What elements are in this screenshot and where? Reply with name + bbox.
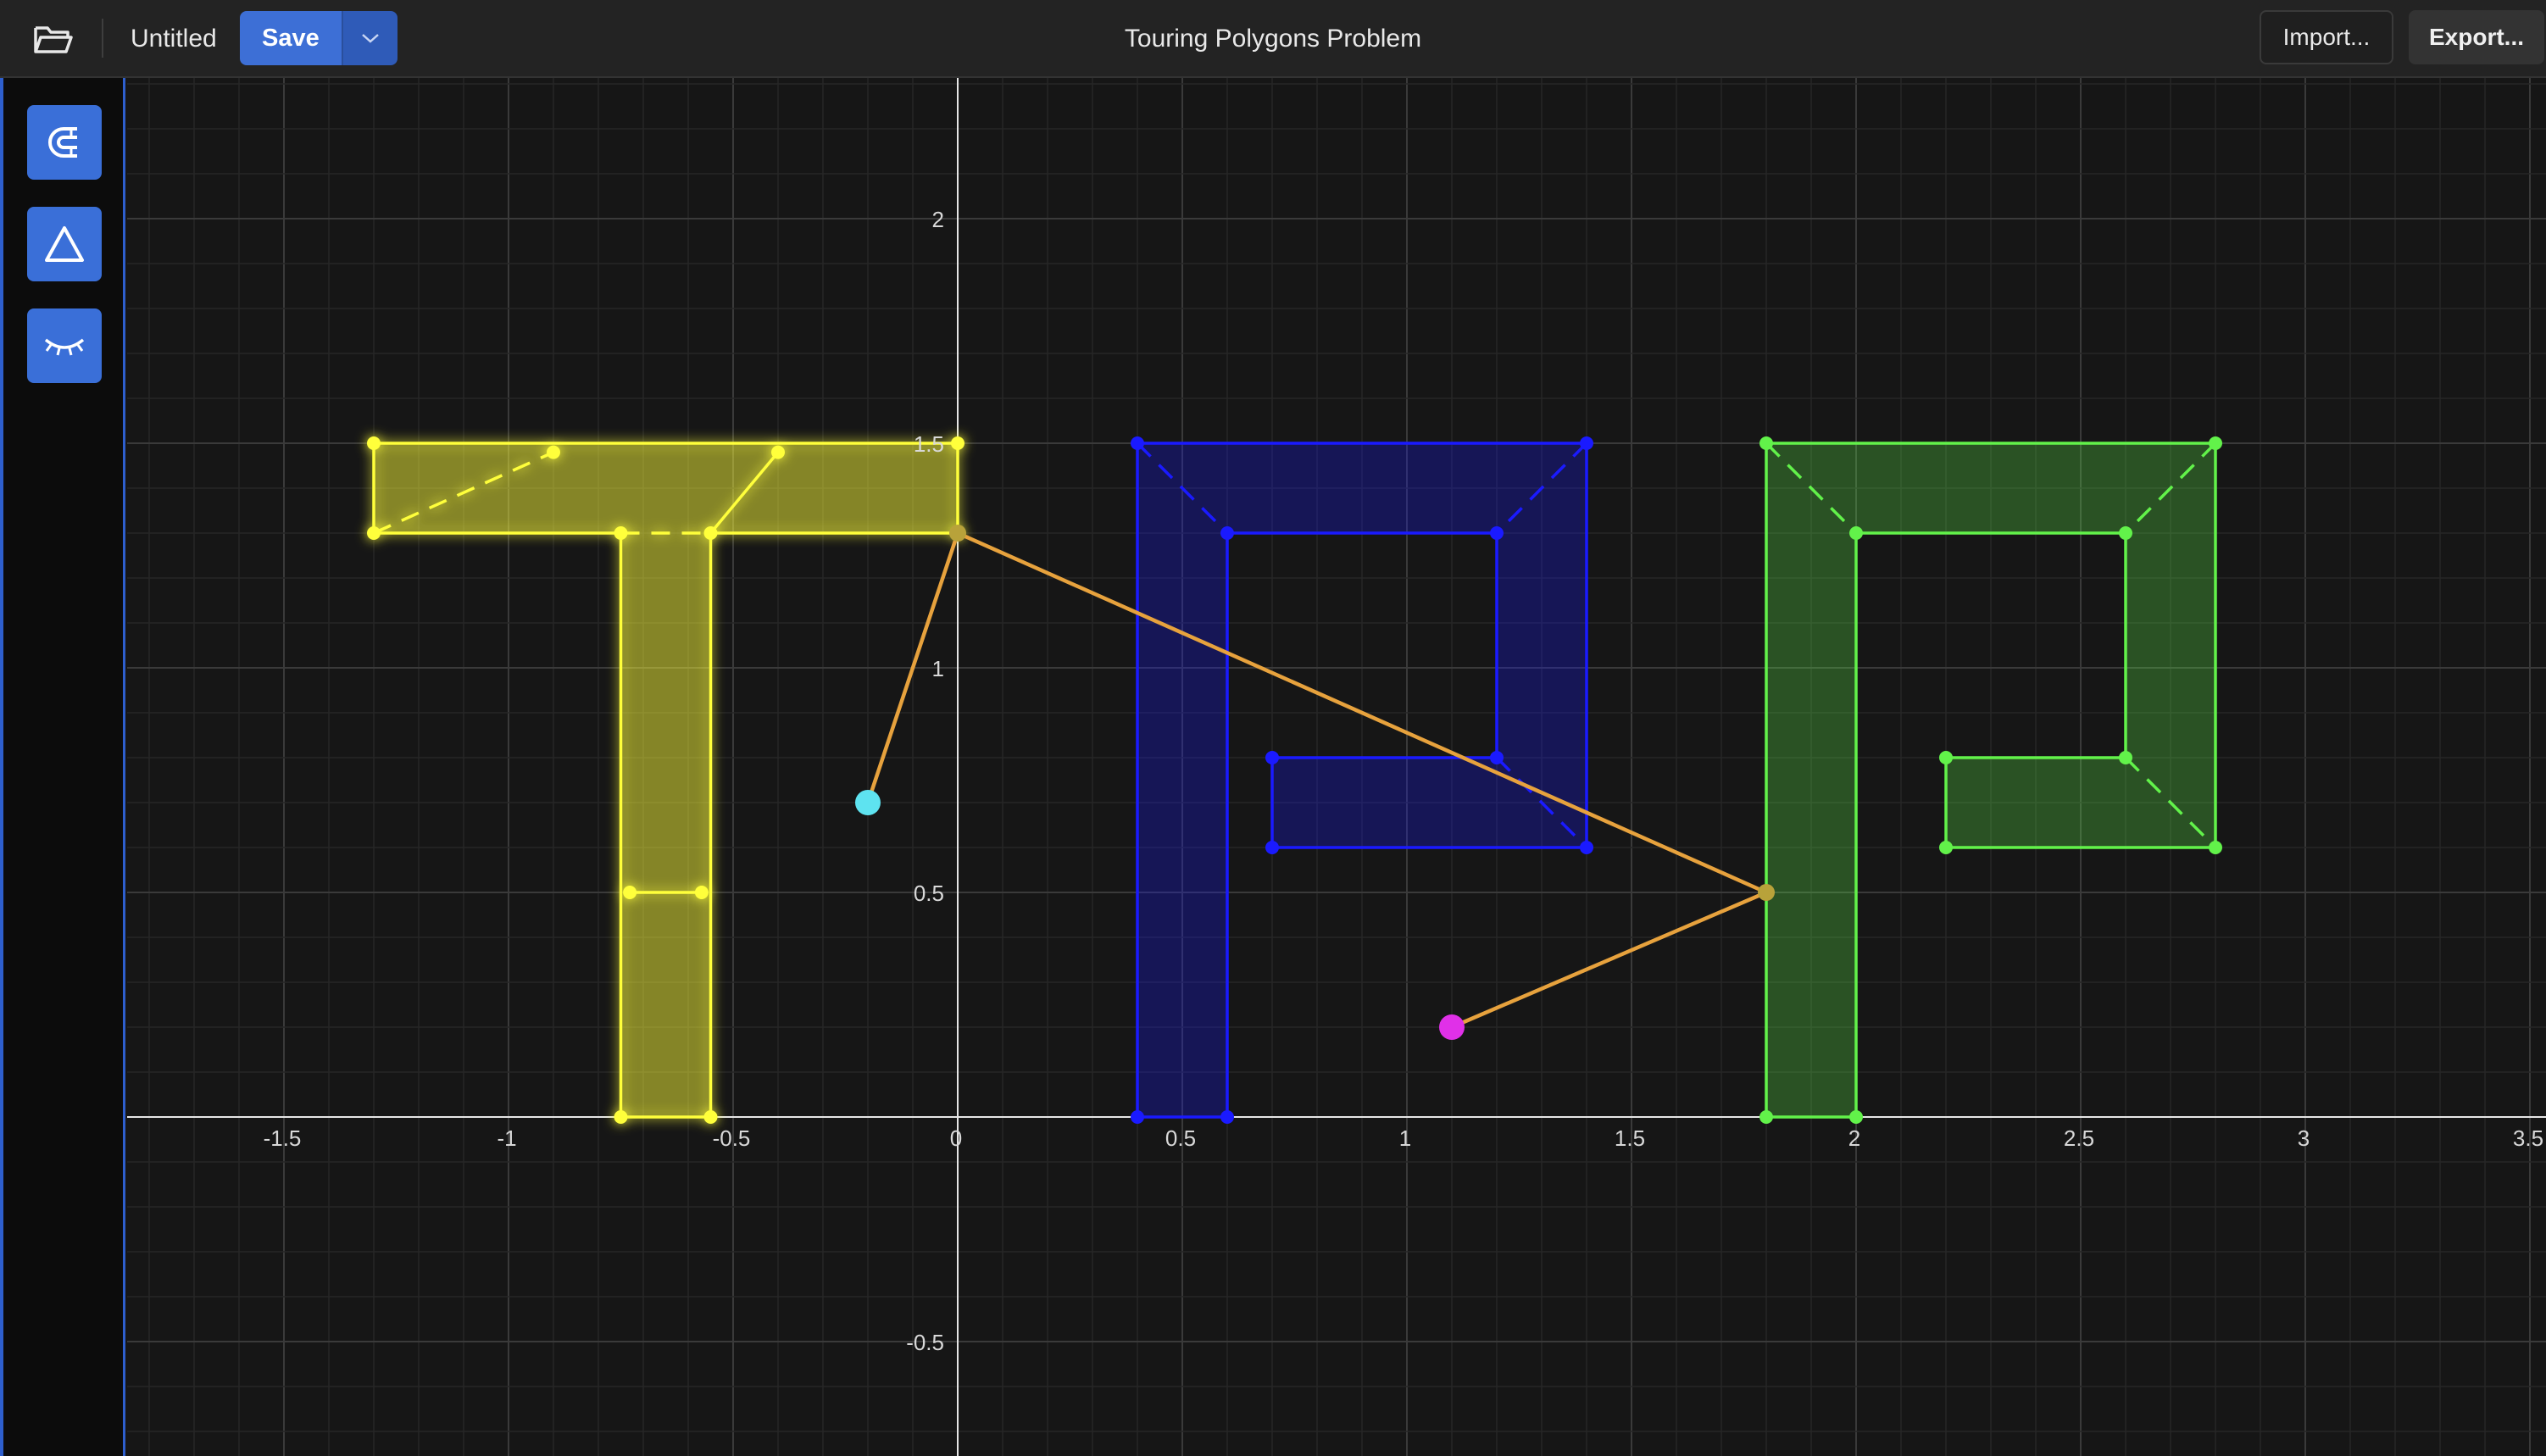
polygon-vertex bbox=[1849, 526, 1863, 540]
plot-svg[interactable]: -1.5 -1 -0.5 0 0.5 1 1.5 2 2.5 3 3.5 2 1.5 1 0.5 -0.5 bbox=[127, 78, 2546, 1456]
end-point bbox=[1439, 1014, 1465, 1040]
x-tick-label: 1 bbox=[1399, 1125, 1411, 1151]
x-tick-label: -1.5 bbox=[264, 1125, 302, 1151]
polygon-shape bbox=[372, 442, 959, 1119]
x-tick-label: 3.5 bbox=[2513, 1125, 2543, 1151]
polygon-vertex bbox=[1131, 1110, 1144, 1124]
y-tick-label: 2 bbox=[932, 207, 944, 232]
polygon-vertex bbox=[1265, 841, 1279, 854]
visibility-toggle-button[interactable] bbox=[27, 308, 102, 383]
polygon-vertex bbox=[694, 886, 709, 899]
y-tick-label: 1 bbox=[932, 656, 944, 681]
polygon-vertex bbox=[1580, 436, 1593, 450]
polygon-vertex bbox=[2209, 841, 2222, 854]
polygon-vertex bbox=[614, 526, 628, 540]
y-tick-label: 0.5 bbox=[914, 881, 944, 906]
polygon-vertex bbox=[1849, 1110, 1863, 1124]
polygon-vertex bbox=[2119, 526, 2132, 540]
x-tick-label: 3 bbox=[2298, 1125, 2310, 1151]
x-tick-label: 0 bbox=[950, 1125, 962, 1151]
polygon-vertex bbox=[1939, 841, 1953, 854]
polygon-vertex bbox=[1490, 751, 1504, 764]
x-tick-label: 1.5 bbox=[1615, 1125, 1645, 1151]
page-title: Touring Polygons Problem bbox=[1124, 25, 1422, 53]
tour-waypoint bbox=[949, 525, 966, 542]
polygon-vertex bbox=[1490, 526, 1504, 540]
polygon-vertex bbox=[771, 445, 785, 459]
polygon-layer bbox=[367, 436, 2222, 1124]
y-tick-label: 1.5 bbox=[914, 431, 944, 457]
x-tick-label: 0.5 bbox=[1165, 1125, 1196, 1151]
polygon-vertex bbox=[951, 436, 964, 450]
polygon-tool-button[interactable] bbox=[27, 207, 102, 281]
start-point bbox=[855, 790, 881, 815]
x-tick-label: -1 bbox=[497, 1125, 516, 1151]
eye-closed-icon bbox=[44, 338, 85, 356]
polygon-vertex bbox=[703, 526, 718, 540]
polygon-vertex bbox=[1220, 526, 1234, 540]
polygon-vertex bbox=[1759, 1110, 1773, 1124]
drawing-canvas[interactable]: -1.5 -1 -0.5 0 0.5 1 1.5 2 2.5 3 3.5 2 1.5 1 0.5 -0.5 bbox=[127, 78, 2546, 1456]
polygon-vertex bbox=[1580, 841, 1593, 854]
polygon-vertex bbox=[1939, 751, 1953, 764]
polygon-vertex bbox=[623, 886, 637, 899]
x-tick-label: 2 bbox=[1848, 1125, 1860, 1151]
export-button[interactable]: Export... bbox=[2409, 10, 2544, 64]
x-tick-label: -0.5 bbox=[713, 1125, 751, 1151]
polygon-vertex bbox=[1220, 1110, 1234, 1124]
polygon-vertex bbox=[614, 1110, 628, 1124]
polygon-vertex bbox=[367, 526, 381, 540]
snap-tool-button[interactable] bbox=[27, 105, 102, 180]
polygon-vertex bbox=[1759, 436, 1773, 450]
polygon-vertex bbox=[1265, 751, 1279, 764]
y-tick-label: -0.5 bbox=[906, 1330, 944, 1355]
x-tick-label: 2.5 bbox=[2064, 1125, 2094, 1151]
polygon-vertex bbox=[2119, 751, 2132, 764]
tour-waypoint bbox=[1758, 884, 1775, 901]
polygon-vertex bbox=[2209, 436, 2222, 450]
triangle-icon bbox=[45, 226, 84, 262]
top-toolbar: Untitled Save Touring Polygons Problem I… bbox=[0, 0, 2546, 78]
polygon-vertex bbox=[547, 445, 560, 459]
magnet-icon bbox=[48, 127, 77, 158]
import-button[interactable]: Import... bbox=[2260, 10, 2393, 64]
tool-sidebar bbox=[0, 78, 125, 1456]
polygon-vertex bbox=[367, 436, 381, 450]
polygon-vertex bbox=[703, 1110, 718, 1124]
polygon-vertex bbox=[1131, 436, 1144, 450]
